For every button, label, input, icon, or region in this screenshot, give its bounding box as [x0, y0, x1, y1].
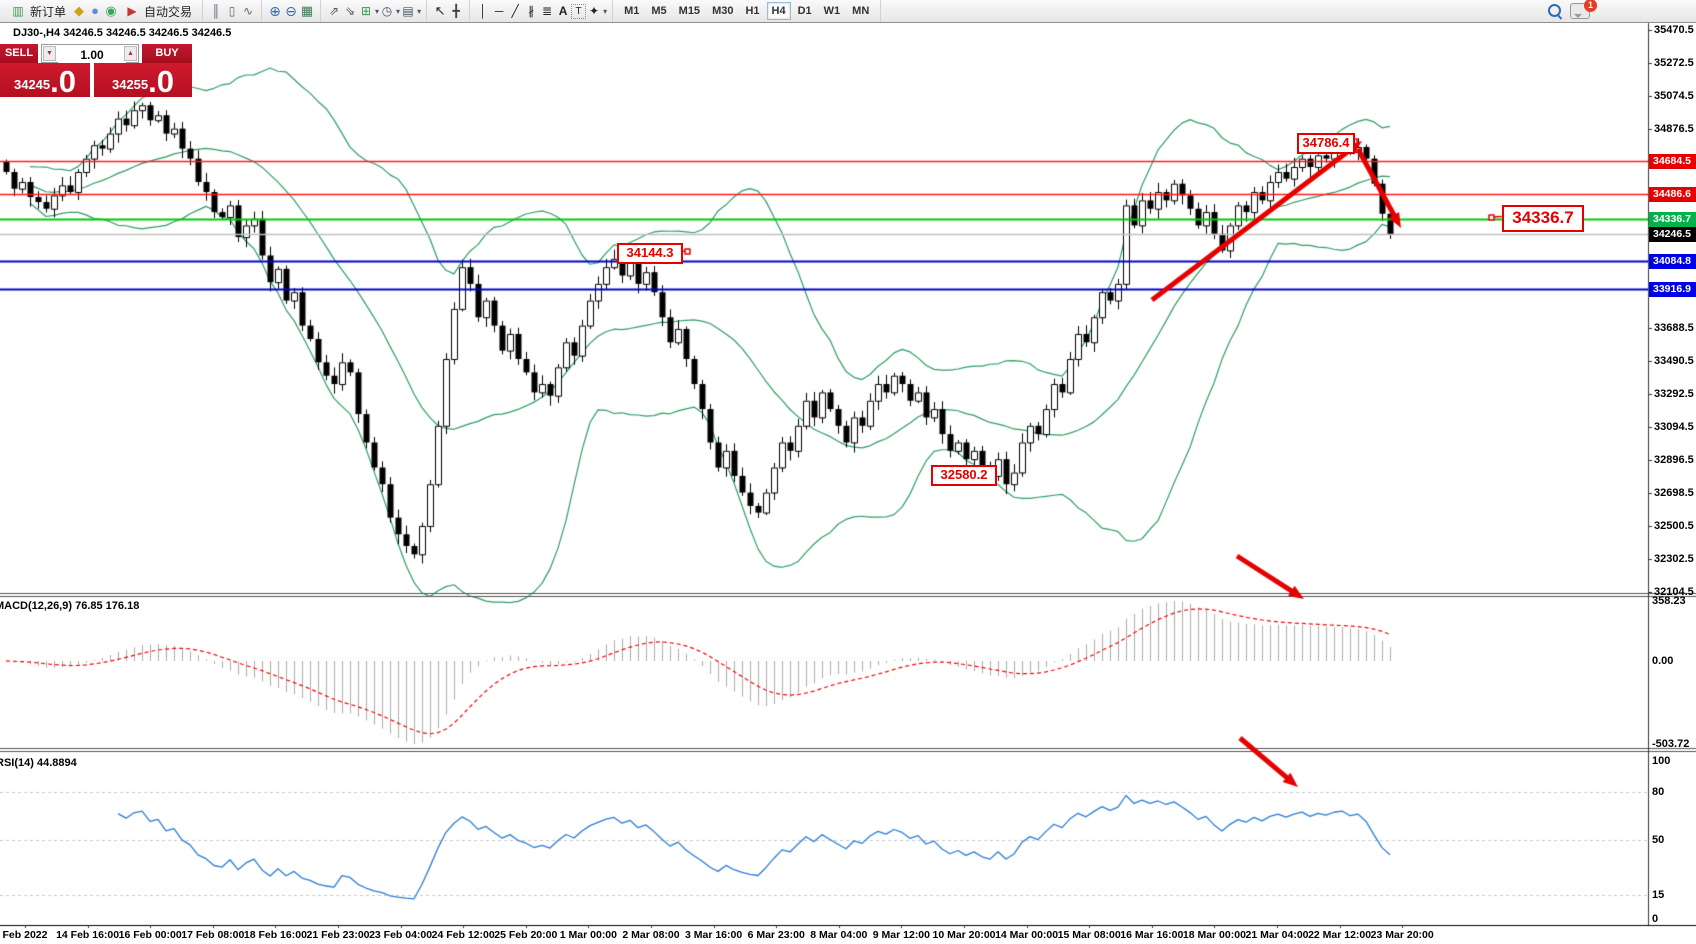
time-axis-label: 14 Feb 16:00 — [56, 929, 119, 941]
macd-label: MACD(12,26,9) 76.85 176.18 — [0, 600, 139, 612]
time-axis-label: 24 Feb 12:00 — [432, 929, 495, 941]
one-click-trade-panel: SELL ▼ ▲ BUY 34245 .0 34255 .0 — [0, 44, 192, 97]
price-level-badge: 34486.6 — [1649, 187, 1696, 202]
time-axis-label: 14 Mar 00:00 — [995, 929, 1058, 941]
volume-up-button[interactable]: ▲ — [124, 46, 137, 61]
price-axis-label: 35272.5 — [1654, 57, 1694, 69]
time-axis-label: 17 Feb 08:00 — [181, 929, 244, 941]
price-annotation: 34336.7 — [1502, 205, 1584, 232]
trade-row-top: SELL ▼ ▲ BUY — [0, 44, 192, 63]
price-level-badge: 34084.8 — [1649, 254, 1696, 269]
buy-price-panel[interactable]: 34255 .0 — [94, 63, 192, 97]
price-level-badge: 34684.5 — [1649, 154, 1696, 169]
macd-scale-label: -503.72 — [1652, 738, 1689, 750]
time-axis-label: 1 Mar 00:00 — [560, 929, 617, 941]
buy-price-int: 34255 — [112, 77, 148, 97]
volume-stepper: ▼ ▲ — [41, 44, 139, 63]
price-axis-label: 32302.5 — [1654, 553, 1694, 565]
sell-button[interactable]: SELL — [0, 44, 38, 63]
price-level-badge: 33916.9 — [1649, 282, 1696, 297]
macd-scale-label: 0.00 — [1652, 655, 1673, 667]
chart-title: DJ30-,H4 34246.5 34246.5 34246.5 34246.5 — [13, 27, 231, 39]
price-axis-label: 33292.5 — [1654, 388, 1694, 400]
price-axis-label: 32698.5 — [1654, 487, 1694, 499]
time-axis-label: 3 Mar 16:00 — [685, 929, 742, 941]
price-axis-label: 32500.5 — [1654, 520, 1694, 532]
sell-price-panel[interactable]: 34245 .0 — [0, 63, 90, 97]
time-axis-label: 23 Mar 20:00 — [1371, 929, 1434, 941]
time-axis-label: 15 Mar 08:00 — [1058, 929, 1121, 941]
sell-price-int: 34245 — [14, 77, 50, 97]
price-annotation: 34786.4 — [1297, 133, 1355, 154]
rsi-label: RSI(14) 44.8894 — [0, 757, 77, 769]
price-axis-label: 35074.5 — [1654, 90, 1694, 102]
price-axis-label: 33688.5 — [1654, 322, 1694, 334]
price-annotation: 34144.3 — [617, 243, 683, 264]
price-axis-label: 34876.5 — [1654, 123, 1694, 135]
sell-price-frac: .0 — [50, 66, 76, 97]
volume-down-button[interactable]: ▼ — [43, 46, 56, 61]
buy-button[interactable]: BUY — [142, 44, 192, 63]
rsi-scale-label: 15 — [1652, 889, 1664, 901]
time-axis-label: 22 Mar 12:00 — [1308, 929, 1371, 941]
price-axis-label: 33490.5 — [1654, 355, 1694, 367]
time-axis-label: 6 Mar 23:00 — [748, 929, 805, 941]
time-axis-label: 9 Mar 12:00 — [873, 929, 930, 941]
time-axis-label: 21 Feb 23:00 — [306, 929, 369, 941]
time-axis-label: 8 Mar 04:00 — [810, 929, 867, 941]
rsi-scale-label: 80 — [1652, 786, 1664, 798]
volume-input[interactable] — [58, 45, 126, 64]
rsi-scale-label: 50 — [1652, 834, 1664, 846]
time-axis-label: 10 Mar 20:00 — [932, 929, 995, 941]
buy-price-frac: .0 — [148, 66, 174, 97]
time-axis-label: 23 Feb 04:00 — [369, 929, 432, 941]
time-axis-label: 16 Feb 00:00 — [119, 929, 182, 941]
time-axis-label: Feb 2022 — [3, 929, 48, 941]
time-axis-label: 2 Mar 08:00 — [622, 929, 679, 941]
price-axis-label: 33094.5 — [1654, 421, 1694, 433]
time-axis-label: 16 Mar 16:00 — [1120, 929, 1183, 941]
macd-scale-label: 358.23 — [1652, 595, 1686, 607]
price-annotation: 32580.2 — [931, 465, 997, 486]
time-axis-label: 21 Mar 04:00 — [1245, 929, 1308, 941]
price-level-badge: 34246.5 — [1649, 227, 1696, 242]
chart-canvas[interactable] — [0, 0, 1696, 944]
price-level-badge: 34336.7 — [1649, 212, 1696, 227]
price-axis-label: 32896.5 — [1654, 454, 1694, 466]
mt4-window: ▥ 新订单 ◆ ● ◉ ▶ 自动交易 ║ ▯ ∿ ⊕ ⊖ ▦ ⇗ ⇘ ⊞▾ ◷▾ — [0, 0, 1696, 944]
time-axis-label: 25 Feb 20:00 — [494, 929, 557, 941]
rsi-scale-label: 100 — [1652, 755, 1670, 767]
rsi-scale-label: 0 — [1652, 913, 1658, 925]
price-axis-label: 35470.5 — [1654, 24, 1694, 36]
time-axis-label: 18 Mar 00:00 — [1183, 929, 1246, 941]
time-axis-label: 18 Feb 16:00 — [244, 929, 307, 941]
